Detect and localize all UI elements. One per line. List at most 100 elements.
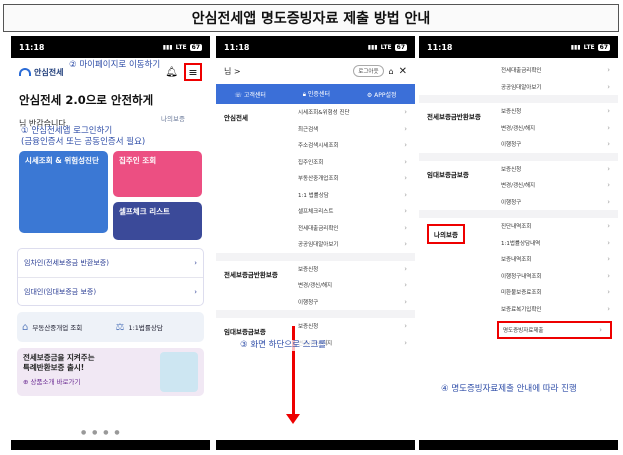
chevron-right-icon: › [607, 66, 610, 75]
home-icon[interactable]: ⌂ [389, 67, 394, 76]
chevron-right-icon: › [607, 304, 610, 313]
menu-item[interactable]: 미환불보증료조회 › [497, 284, 618, 301]
menu-item[interactable]: 이행청구 › [497, 194, 618, 211]
pagination-dots: ● ● ● ● [81, 429, 122, 436]
quick-menu-customer-center[interactable]: ☏ 고객센터 [234, 90, 266, 99]
user-name[interactable]: 님 > [224, 66, 241, 77]
menu-item-label: 변경/갱신/해지 [501, 125, 536, 132]
network-label: LTE [175, 43, 187, 51]
quick-link-label: 1:1법률상담 [128, 324, 163, 332]
menu-item[interactable]: 보증신청 › [294, 261, 415, 278]
guarantee-list: 임차인(전세보증금 반환보증) › 임대인(임대보증금 보증) › [17, 248, 204, 306]
logout-button[interactable]: 로그아웃 [353, 65, 384, 77]
menu-item-submit-evidence[interactable]: 명도증빙자료제출 › [497, 321, 612, 339]
menu-item[interactable]: 집주인조회 › [294, 154, 415, 171]
chevron-right-icon: › [607, 82, 610, 91]
menu-item[interactable]: 시세조회&위험성 진단 › [294, 104, 415, 121]
menu-button[interactable]: ≡ [184, 63, 202, 81]
menu-item[interactable]: 주소검색시세조회 › [294, 137, 415, 154]
phone-screen-menu: 11:18 ▮▮▮ LTE 67 님 > 로그아웃 ⌂ ✕ ☏ 고객센터 🔒︎ 인증센터… [216, 36, 415, 450]
menu-item-label: 전세대출금리확인 [501, 68, 542, 75]
menu-item[interactable]: 전세대출금리확인 › [294, 220, 415, 237]
chevron-right-icon: › [607, 255, 610, 264]
menu-item[interactable]: 보증신청 › [497, 103, 618, 120]
menu-category [419, 62, 497, 95]
list-item-label: 임차인(전세보증금 반환보증) [24, 259, 109, 267]
chevron-right-icon: › [404, 207, 407, 216]
battery-icon: 67 [597, 43, 610, 51]
menu-item[interactable]: 1:1 법률상담 › [294, 187, 415, 204]
menu-item[interactable]: 1:1법률상담내역 › [497, 235, 618, 252]
menu-item[interactable]: 이행청구내역조회 › [497, 268, 618, 285]
menu-item[interactable]: 보증신청 › [294, 318, 415, 335]
chevron-right-icon: › [607, 222, 610, 231]
tile-label: 시세조회 & 위험성진단 [25, 156, 99, 165]
menu-header: 님 > 로그아웃 ⌂ ✕ [216, 58, 415, 84]
menu-item[interactable]: 진단내역조회 › [497, 218, 618, 235]
menu-section-my-guarantee: 나의보증 진단내역조회 › 1:1법률상담내역 › 보증내역조회 › 이행청구내역조회 › 미환… [419, 218, 618, 339]
section-divider [216, 252, 415, 261]
home-indicator [419, 440, 618, 450]
menu-item[interactable]: 보증내역조회 › [497, 251, 618, 268]
chevron-right-icon: › [607, 107, 610, 116]
section-divider [216, 310, 415, 318]
quick-menu-auth-center[interactable]: 🔒︎ 인증센터 [303, 89, 330, 99]
menu-item[interactable]: 변경/갱신/해지 › [497, 120, 618, 137]
promo-banner[interactable]: 전세보증금을 지켜주는 특례반환보증 출시! ⊕ 상품소개 바로가기 [17, 348, 204, 396]
list-item-landlord[interactable]: 임대인(임대보증금 보증) › [18, 277, 203, 305]
bell-icon[interactable]: 🔔︎ [165, 67, 178, 78]
list-item-tenant[interactable]: 임차인(전세보증금 반환보증) › [18, 249, 203, 277]
menu-item-label: 보증신청 [501, 109, 522, 116]
menu-category: 임대보증금보증 [427, 170, 469, 179]
menu-item[interactable]: 전세대출금리확인 › [497, 62, 618, 79]
quick-menu-app-settings[interactable]: ⚙ APP설정 [367, 90, 397, 99]
quick-link-broker[interactable]: ⌂ 부동산중개업 조회 [17, 322, 111, 333]
menu-section-deposit-return: 전세보증금반환보증 보증신청 › 변경/갱신/해지 › 이행청구 › [419, 103, 618, 153]
tile-self-check[interactable]: 셀프체크 리스트 [113, 202, 202, 240]
menu-item[interactable]: 변경/갱신/해지 › [294, 277, 415, 294]
quick-link-legal[interactable]: ⚖ 1:1법률상담 [111, 322, 205, 333]
menu-item-label: 이행청구내역조회 [501, 273, 542, 280]
menu-item[interactable]: 공공임대알아보기 › [294, 236, 415, 253]
chevron-right-icon: › [404, 141, 407, 150]
home-indicator [216, 440, 415, 450]
menu-item-label: 명도증빙자료제출 [503, 328, 544, 334]
menu-category-my-guarantee[interactable]: 나의보증 [427, 224, 465, 244]
menu-item[interactable]: 셀프체크리스트 › [294, 203, 415, 220]
menu-item-label: 이행청구 [501, 199, 522, 206]
menu-section-rental-guarantee: 임대보증금보증 보증신청 › 변경/갱신/해지 › 이행청구 › [419, 161, 618, 211]
menu-item[interactable]: 이행청구 › [497, 136, 618, 153]
page-title: 안심전세앱 명도증빙자료 제출 방법 안내 [3, 4, 619, 32]
chevron-right-icon: › [404, 240, 407, 249]
close-icon[interactable]: ✕ [399, 66, 407, 77]
menu-item-label: 집주인조회 [298, 159, 324, 166]
tile-price-check[interactable]: 시세조회 & 위험성진단 [19, 151, 108, 233]
menu-item[interactable]: 보증료복기입확인 › [497, 301, 618, 318]
menu-item[interactable]: 보증신청 › [497, 161, 618, 178]
menu-item-label: 최근검색 [298, 126, 319, 133]
menu-item[interactable]: 최근검색 › [294, 121, 415, 138]
menu-item-label: 부동산중개업조회 [298, 176, 339, 183]
chevron-right-icon: › [404, 157, 407, 166]
menu-item[interactable]: 이행청구 › [294, 294, 415, 311]
menu-item[interactable]: 부동산중개업조회 › [294, 170, 415, 187]
quick-links: ⌂ 부동산중개업 조회 ⚖ 1:1법률상담 [17, 312, 204, 342]
menu-item[interactable]: 공공임대알아보기 › [497, 79, 618, 96]
network-label: LTE [583, 43, 595, 51]
status-bar: 11:18 ▮▮▮ LTE 67 [216, 36, 415, 58]
menu-item-label: 보증내역조회 [501, 257, 532, 264]
chevron-right-icon: › [404, 281, 407, 290]
battery-icon: 67 [394, 43, 407, 51]
chevron-right-icon: › [404, 264, 407, 273]
tile-landlord-check[interactable]: 집주인 조회 [113, 151, 202, 197]
my-guarantee-tag[interactable]: 나의보증 [161, 114, 185, 125]
banner-illustration [160, 352, 198, 392]
chevron-right-icon: › [607, 140, 610, 149]
status-time: 11:18 [19, 42, 45, 52]
quick-menu-bar: ☏ 고객센터 🔒︎ 인증센터 ⚙ APP설정 [216, 84, 415, 104]
house-icon: ⌂ [22, 321, 29, 333]
hero-title: 안심전세 2.0으로 안전하게 [19, 93, 154, 107]
menu-item[interactable]: 변경/갱신/해지 › [497, 177, 618, 194]
menu-section-ansim: 안심전세 시세조회&위험성 진단 › 최근검색 › 주소검색시세조회 › 집주인조회 › 부동산… [216, 104, 415, 253]
scroll-arrow-head [286, 414, 300, 424]
